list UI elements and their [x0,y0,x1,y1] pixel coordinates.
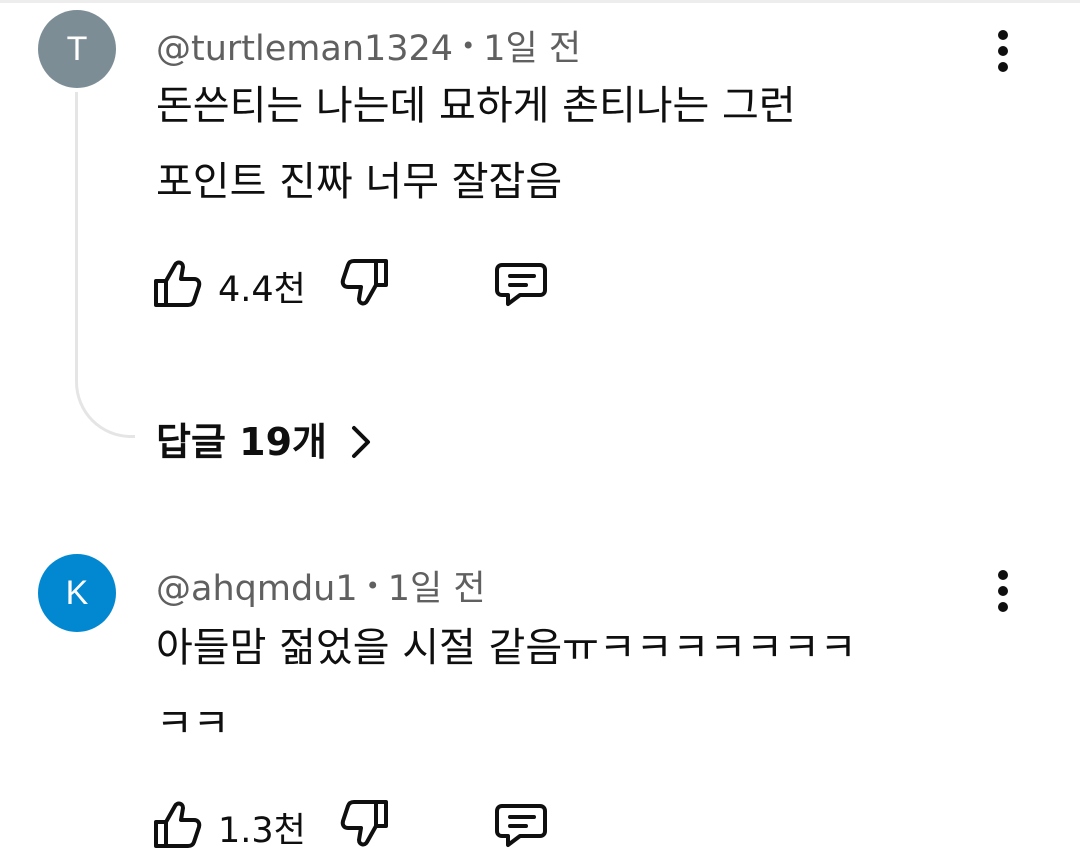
more-vertical-icon-dot [998,62,1008,72]
comment-meta: @turtleman1324 • 1일 전 [156,20,581,71]
dislike-button[interactable] [338,255,398,315]
thumbs-down-icon [340,259,388,306]
author-handle[interactable]: @turtleman1324 [156,29,453,69]
thumbs-up-icon [154,801,202,848]
comment-text: 아들맘 젊었을 시절 같음ㅠㅋㅋㅋㅋㅋㅋㅋ ㅋㅋ [156,625,857,747]
author-handle[interactable]: @ahqmdu1 [156,569,358,609]
thread-connector-line [75,92,135,438]
more-vertical-icon-dot [998,46,1008,56]
reply-button[interactable] [494,255,554,315]
like-button[interactable]: 1.3천 [150,796,320,856]
chevron-right-icon [352,426,371,458]
comment-meta: @ahqmdu1 • 1일 전 [156,560,486,611]
like-count: 1.3천 [218,811,306,851]
avatar-letter: K [65,574,89,612]
reply-button[interactable] [494,796,554,856]
dislike-button[interactable] [338,796,398,856]
comment-time: 1일 전 [483,29,582,69]
more-vertical-icon [998,30,1008,40]
more-vertical-icon-dot [998,602,1008,612]
comment-reply-icon [495,804,547,847]
comment-text: 돈쓴티는 나는데 묘하게 촌티나는 그런 포인트 진짜 너무 잘잡음 [156,83,796,205]
avatar[interactable]: T [38,10,116,88]
like-count: 4.4천 [218,270,306,310]
like-button[interactable]: 4.4천 [150,255,320,315]
meta-separator: • [365,572,380,600]
comment-reply-icon [495,263,547,306]
avatar-letter: T [66,30,88,68]
top-divider [0,0,1080,3]
thumbs-down-icon [340,800,388,847]
more-vertical-icon [998,570,1008,580]
replies-count-label: 답글 19개 [156,420,327,464]
view-replies-button[interactable]: 답글 19개 [156,412,372,472]
comment-time: 1일 전 [387,569,486,609]
avatar[interactable]: K [38,554,116,632]
meta-separator: • [461,32,476,60]
more-vertical-icon-dot [998,586,1008,596]
thumbs-up-icon [154,260,202,307]
